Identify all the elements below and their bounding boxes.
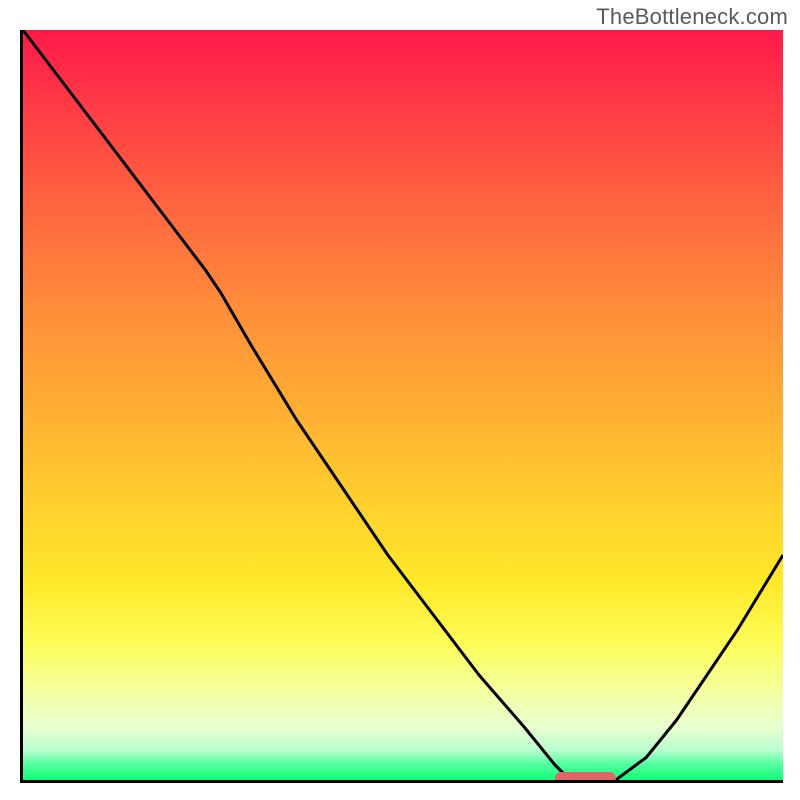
chart-container: TheBottleneck.com [0,0,800,800]
bottleneck-curve [23,30,783,780]
optimal-marker [555,772,616,780]
watermark-label: TheBottleneck.com [596,4,788,30]
plot-area [20,30,783,783]
chart-overlay [23,30,783,780]
